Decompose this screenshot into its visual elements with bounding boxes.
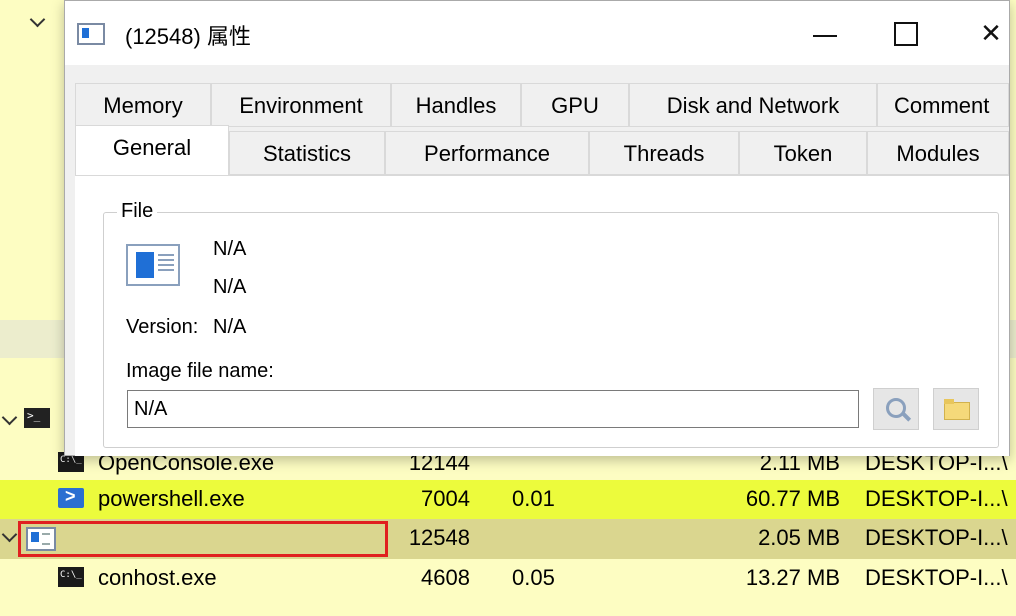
close-button[interactable]: ✕ — [971, 13, 1011, 53]
tab-performance[interactable]: Performance — [385, 131, 589, 175]
expand-chevron-icon[interactable] — [2, 529, 16, 543]
process-memory: 2.05 MB — [758, 525, 840, 550]
tab-modules[interactable]: Modules — [867, 131, 1009, 175]
dialog-title: (12548) 属性 — [125, 24, 251, 49]
process-user: DESKTOP-I...\ — [865, 565, 1008, 590]
maximize-button[interactable] — [885, 13, 925, 53]
tab-gpu[interactable]: GPU — [521, 83, 629, 127]
process-user: DESKTOP-I...\ — [865, 525, 1008, 550]
image-file-name-field[interactable] — [127, 390, 859, 428]
process-cpu: 0.01 — [512, 486, 555, 511]
tab-statistics[interactable]: Statistics — [229, 131, 385, 175]
selection-highlight-box — [18, 521, 388, 557]
properties-dialog: (12548) 属性 ✕ Memory Environment Handles … — [64, 0, 1010, 456]
process-memory: 13.27 MB — [745, 565, 840, 590]
tab-memory[interactable]: Memory — [75, 83, 211, 127]
expand-chevron-icon[interactable] — [30, 14, 44, 28]
title-bar[interactable]: (12548) 属性 ✕ — [65, 1, 1009, 65]
open-folder-button[interactable] — [933, 388, 979, 430]
version-value: N/A — [213, 316, 247, 338]
cmd-icon — [58, 567, 84, 587]
tab-threads[interactable]: Threads — [589, 131, 739, 175]
tab-environment[interactable]: Environment — [211, 83, 391, 127]
tab-token[interactable]: Token — [739, 131, 867, 175]
file-description: N/A — [213, 238, 247, 260]
process-memory: 60.77 MB — [745, 486, 840, 511]
file-group-legend: File — [117, 200, 158, 223]
process-cpu: 0.05 — [512, 565, 555, 590]
process-pid: 7004 — [421, 486, 470, 511]
process-pid: 12548 — [408, 525, 470, 550]
file-company: N/A — [213, 276, 247, 298]
version-label: Version: — [126, 316, 199, 338]
general-tab-panel: File N/A N/A Version: N/A Image file nam… — [75, 175, 1009, 456]
powershell-icon — [58, 486, 84, 508]
process-user: DESKTOP-I...\ — [865, 486, 1008, 511]
image-file-name-label: Image file name: — [126, 360, 274, 382]
minimize-button[interactable] — [805, 13, 845, 53]
table-row[interactable]: conhost.exe 4608 0.05 13.27 MB DESKTOP-I… — [0, 559, 1016, 599]
tab-handles[interactable]: Handles — [391, 83, 521, 127]
tab-comment[interactable]: Comment — [877, 83, 1009, 127]
process-name: powershell.exe — [98, 486, 245, 511]
process-pid: 4608 — [421, 565, 470, 590]
terminal-icon — [24, 408, 50, 428]
expand-chevron-icon[interactable] — [2, 412, 16, 426]
inspect-search-button[interactable] — [873, 388, 919, 430]
window-icon — [77, 23, 105, 45]
tab-disk-and-network[interactable]: Disk and Network — [629, 83, 877, 127]
application-icon — [126, 244, 180, 286]
table-row[interactable]: powershell.exe 7004 0.01 60.77 MB DESKTO… — [0, 480, 1016, 520]
tab-strip: Memory Environment Handles GPU Disk and … — [75, 83, 1009, 175]
tab-general[interactable]: General — [75, 125, 229, 175]
process-name: conhost.exe — [98, 565, 217, 590]
